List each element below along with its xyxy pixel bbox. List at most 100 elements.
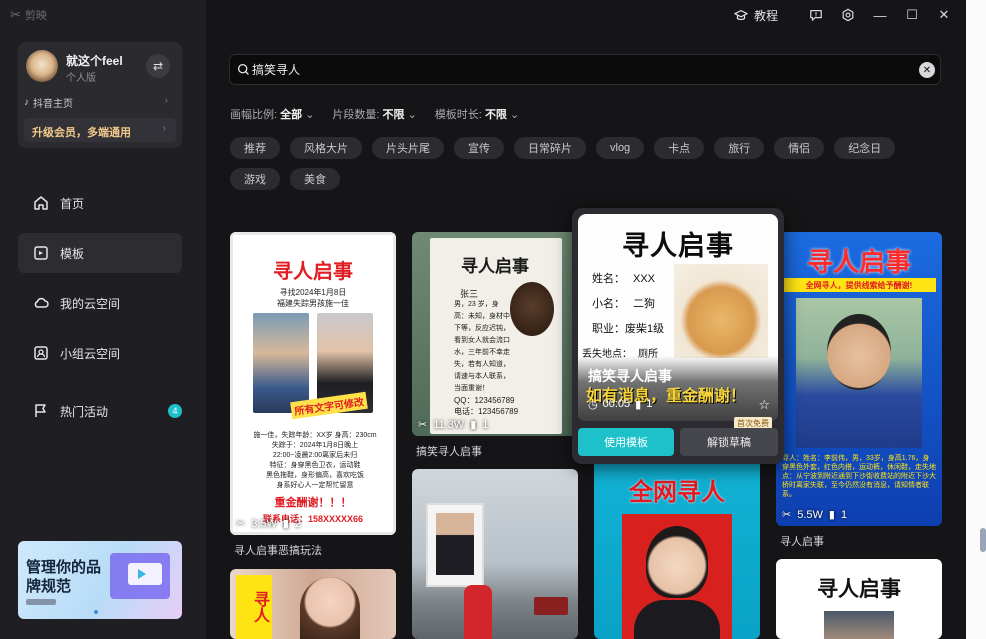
template-stats: ✂ 11.3W ▮ 1: [418, 418, 488, 432]
template-title[interactable]: 寻人启事恶搞玩法: [234, 542, 322, 558]
field-value: 废柴1级: [625, 323, 665, 335]
usage-count: 11.3W: [433, 418, 465, 431]
poster-heading: 寻人启事: [806, 247, 911, 277]
poster-description: 男，23 岁，身高：未知，身材中下等，反应迟钝，看到女人就会流口水，三年前不幸走…: [454, 301, 510, 392]
template-stats: ✂ 5.5W ▮ 1: [782, 508, 847, 522]
chip-vlog[interactable]: vlog: [596, 137, 645, 159]
maximize-button[interactable]: ☐: [896, 0, 928, 30]
app-brand: ✂ 剪映: [10, 7, 47, 23]
template-card-8[interactable]: 寻人: [230, 569, 396, 639]
avatar[interactable]: [26, 50, 58, 82]
poster-subtitle: 全网寻人，提供线索给予酬谢!: [782, 278, 936, 292]
nav-item-my-cloud[interactable]: 我的云空间: [18, 283, 182, 323]
search-bar: ✕: [229, 54, 941, 85]
template-thumbnail: 寻人启事: [776, 559, 942, 639]
settings-button[interactable]: [832, 0, 864, 30]
nav-item-templates[interactable]: 模板: [18, 233, 182, 273]
template-card-7[interactable]: 寻人启事: [776, 559, 942, 639]
poster-info-line: 黑色拖鞋，身形偏高，喜欢吃饭: [266, 472, 364, 479]
chevron-down-icon: ⌄: [510, 109, 520, 121]
poster-heading: 寻人启事: [273, 261, 353, 283]
filter-aspect-ratio[interactable]: 画幅比例: 全部 ⌄: [230, 106, 314, 122]
favorite-star-icon[interactable]: ☆: [758, 397, 770, 413]
user-name: 就这个feel: [66, 54, 123, 68]
chip-promo[interactable]: 宣传: [454, 137, 504, 159]
douyin-label: 抖音主页: [33, 99, 73, 110]
chip-couple[interactable]: 情侣: [774, 137, 825, 159]
poster-line: 福建失踪男孩施一佳: [277, 299, 349, 308]
user-tier: 个人版: [66, 73, 96, 84]
chip-game[interactable]: 游戏: [230, 168, 280, 190]
field-label: 小名：: [592, 298, 625, 310]
clips-icon: ▮: [828, 509, 835, 521]
nav-item-team-cloud[interactable]: 小组云空间: [18, 333, 182, 373]
template-title[interactable]: 搞笑寻人启事: [416, 443, 482, 459]
poster-description: 寻人：姓名：李前伟，男，33岁，身高1.76，身穿黑色外套，红色内搭，运动裤，休…: [782, 455, 936, 498]
nav-item-events[interactable]: 热门活动 4: [18, 391, 182, 431]
poster-qq: QQ：123456789: [454, 396, 515, 405]
team-icon: [34, 346, 48, 360]
field-label: 姓名：: [592, 273, 625, 285]
clear-icon: ✕: [922, 64, 932, 76]
chip-daily[interactable]: 日常碎片: [514, 137, 586, 159]
template-card-5[interactable]: [412, 469, 578, 639]
feedback-button[interactable]: [800, 0, 832, 30]
template-card-1[interactable]: 寻人启事 寻找2024年1月8日 福建失踪男孩施一佳 所有文字可修改 施一佳，失…: [230, 232, 396, 535]
douyin-link[interactable]: ♪ 抖音主页: [24, 95, 73, 110]
flag-icon: [35, 404, 46, 417]
template-card-3-hover[interactable]: 寻人启事 姓名： XXX 小名： 二狗 职业：废柴1级 丢失地点： 厕所 搞笑寻人启事…: [572, 208, 784, 464]
clear-search-button[interactable]: ✕: [919, 62, 935, 78]
poster-info-line: 施一佳，失踪年龄：XX岁 身高：230cm: [253, 432, 377, 439]
template-card-2[interactable]: 寻人启事 张三 男，23 岁，身高：未知，身材中下等，反应迟钝，看到女人就会流口…: [412, 232, 578, 436]
nav-item-home[interactable]: 首页: [18, 183, 182, 223]
poster-line: 寻找2024年1月8日: [279, 288, 347, 297]
preview-meta: ◷ 00:05 ▮ 1: [588, 398, 652, 411]
tutorial-label: 教程: [753, 8, 778, 23]
person-figure: [464, 585, 492, 639]
promo-title: 管理你的品牌规范: [26, 559, 102, 595]
minimize-button[interactable]: —: [864, 0, 896, 30]
chip-style[interactable]: 风格大片: [290, 137, 362, 159]
template-card-4[interactable]: 寻人启事 全网寻人，提供线索给予酬谢! 寻人：姓名：李前伟，男，33岁，身高1.…: [776, 232, 942, 526]
scrollbar-thumb[interactable]: [980, 528, 986, 552]
unlock-draft-button[interactable]: 解锁草稿: [680, 428, 778, 456]
graduation-cap-icon: [734, 10, 748, 21]
chip-anniversary[interactable]: 纪念日: [834, 137, 896, 159]
promo-banner[interactable]: 管理你的品牌规范: [18, 541, 182, 619]
poster-heading: 寻人启事: [461, 257, 529, 276]
chip-recommend[interactable]: 推荐: [230, 137, 280, 159]
scissors-icon: ✂: [782, 509, 792, 521]
poster-face: [827, 314, 891, 390]
upgrade-button[interactable]: 升级会员，多端通用 ›: [24, 118, 176, 142]
poster-reward: 重金酬谢！！！: [274, 497, 352, 509]
template-thumbnail: 寻人启事 张三 男，23 岁，身高：未知，身材中下等，反应迟钝，看到女人就会流口…: [412, 232, 578, 436]
poster-suit: [634, 600, 720, 639]
poster-tel: 电话：123456789: [454, 407, 519, 416]
filter-bar: 画幅比例: 全部 ⌄ 片段数量: 不限 ⌄ 模板时长: 不限 ⌄: [230, 106, 519, 122]
chip-intro-outro[interactable]: 片头片尾: [372, 137, 444, 159]
search-input[interactable]: [252, 62, 892, 76]
app-logo-icon: ✂: [10, 7, 21, 22]
use-template-button[interactable]: 使用模板: [578, 428, 674, 456]
filter-value: 全部: [280, 109, 303, 121]
nav-label: 小组云空间: [60, 346, 121, 361]
poster-heading: 寻人: [236, 575, 272, 639]
main-content: 教程 — ☐ ✕ ✕ 画幅比例: 全部 ⌄ 片段数量: 不限 ⌄ 模板时长: 不…: [206, 0, 966, 639]
template-title[interactable]: 寻人启事: [780, 533, 824, 549]
filter-duration[interactable]: 模板时长: 不限 ⌄: [435, 106, 519, 122]
duration: 00:05: [602, 398, 631, 410]
chip-travel[interactable]: 旅行: [714, 137, 765, 159]
switch-account-button[interactable]: ⇄: [146, 54, 170, 78]
filter-label: 模板时长:: [434, 109, 482, 121]
template-thumbnail: 寻人启事 寻找2024年1月8日 福建失踪男孩施一佳 所有文字可修改 施一佳，失…: [230, 232, 396, 535]
carousel-dot[interactable]: [94, 610, 98, 614]
tiktok-icon: ♪: [24, 97, 29, 108]
chip-beat[interactable]: 卡点: [654, 137, 705, 159]
scissors-icon: ✂: [236, 518, 246, 530]
close-button[interactable]: ✕: [928, 0, 960, 30]
cloud-icon: [34, 297, 49, 308]
poster-dog-photo: [674, 264, 768, 358]
tutorial-button[interactable]: 教程: [734, 7, 778, 24]
chip-food[interactable]: 美食: [290, 168, 340, 190]
filter-clip-count[interactable]: 片段数量: 不限 ⌄: [332, 106, 416, 122]
